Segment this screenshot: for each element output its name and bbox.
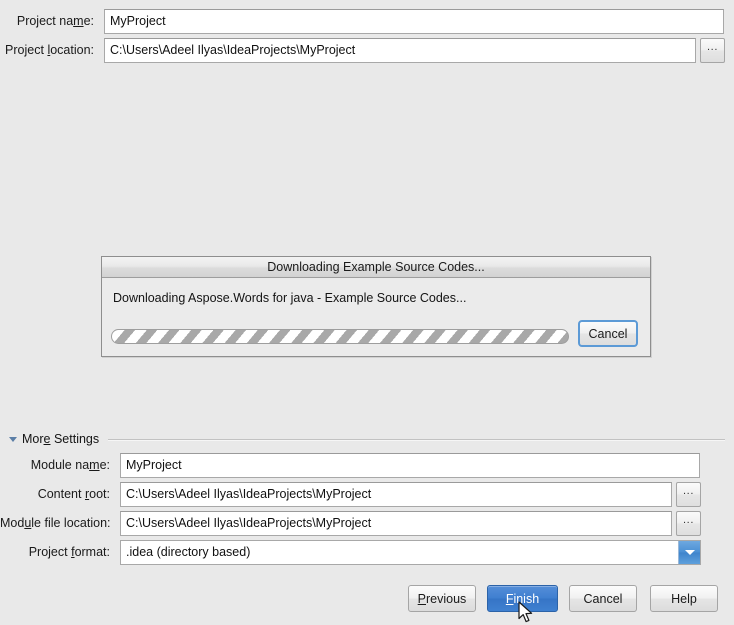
project-format-row: Project format: .idea (directory based) xyxy=(0,539,734,565)
dialog-title: Downloading Example Source Codes... xyxy=(267,260,485,274)
module-name-label-suffix: e: xyxy=(99,458,110,472)
dialog-cancel-button[interactable]: Cancel xyxy=(578,320,638,347)
module-name-row: Module name: MyProject xyxy=(0,452,734,478)
project-location-label-suffix: ocation: xyxy=(50,43,94,57)
content-root-label-suffix: oot: xyxy=(89,487,110,501)
more-settings-label: More Settings xyxy=(22,432,99,446)
module-name-label: Module name: xyxy=(0,458,110,472)
finish-button[interactable]: Finish xyxy=(487,585,558,612)
project-location-row: Project location: C:\Users\Adeel Ilyas\I… xyxy=(0,37,734,63)
module-file-location-input[interactable]: C:\Users\Adeel Ilyas\IdeaProjects\MyProj… xyxy=(120,510,672,536)
triangle-down-icon xyxy=(9,436,17,442)
new-project-wizard-window: Project name: MyProject Project location… xyxy=(0,0,734,623)
project-location-label: Project location: xyxy=(0,43,94,57)
module-file-location-label-suffix: le file location: xyxy=(31,516,111,530)
module-file-location-browse-button[interactable]: ... xyxy=(676,510,701,536)
download-progress-dialog: Downloading Example Source Codes... Down… xyxy=(101,256,651,357)
project-name-input[interactable]: MyProject xyxy=(104,8,724,34)
project-name-label: Project name: xyxy=(0,14,94,28)
previous-button[interactable]: Previous xyxy=(408,585,476,612)
module-file-location-row: Module file location: C:\Users\Adeel Ily… xyxy=(0,510,734,536)
progress-message: Downloading Aspose.Words for java - Exam… xyxy=(113,291,467,305)
project-format-select[interactable]: .idea (directory based) xyxy=(120,539,701,565)
help-label: Help xyxy=(671,591,697,606)
project-name-row: Project name: MyProject xyxy=(0,8,734,34)
content-root-row: Content root: C:\Users\Adeel Ilyas\IdeaP… xyxy=(0,481,734,507)
more-settings-toggle[interactable]: More Settings xyxy=(9,431,725,447)
project-format-label-text: Project xyxy=(28,545,72,559)
content-root-browse-button[interactable]: ... xyxy=(676,481,701,507)
module-name-label-text: Module na xyxy=(30,458,90,472)
module-file-location-label: Module file location: xyxy=(0,516,111,530)
project-format-label: Project format: xyxy=(0,545,110,559)
ellipsis-icon: ... xyxy=(683,514,694,526)
project-format-selected-value: .idea (directory based) xyxy=(126,544,251,559)
module-file-location-label-text: Mod xyxy=(0,516,25,530)
module-name-input[interactable]: MyProject xyxy=(120,452,700,478)
ellipsis-icon: ... xyxy=(683,485,694,497)
project-location-input[interactable]: C:\Users\Adeel Ilyas\IdeaProjects\MyProj… xyxy=(104,37,696,63)
indeterminate-progress-bar xyxy=(111,329,569,344)
project-location-label-text: Project xyxy=(5,43,48,57)
chevron-down-icon[interactable] xyxy=(678,540,700,564)
project-name-label-suffix: e: xyxy=(83,14,94,28)
ellipsis-icon: ... xyxy=(707,41,718,53)
content-root-input[interactable]: C:\Users\Adeel Ilyas\IdeaProjects\MyProj… xyxy=(120,481,672,507)
content-root-label: Content root: xyxy=(0,487,110,501)
wizard-button-bar: Previous Finish Cancel Help xyxy=(0,585,734,613)
more-settings-label-text: Mor xyxy=(22,432,44,446)
content-root-label-text: Content xyxy=(37,487,85,501)
project-format-label-suffix: ormat: xyxy=(74,545,110,559)
help-button[interactable]: Help xyxy=(650,585,718,612)
cancel-button[interactable]: Cancel xyxy=(569,585,637,612)
finish-label-suffix: inish xyxy=(513,591,540,606)
previous-label-mnemonic: P xyxy=(417,591,427,606)
module-name-label-mnemonic: m xyxy=(89,458,100,472)
project-name-label-text: Project na xyxy=(16,14,74,28)
more-settings-separator xyxy=(108,438,725,440)
dialog-cancel-label: Cancel xyxy=(588,326,628,341)
previous-label-suffix: revious xyxy=(426,591,467,606)
cancel-label: Cancel xyxy=(583,591,623,606)
more-settings-label-suffix: Settings xyxy=(50,432,100,446)
project-location-browse-button[interactable]: ... xyxy=(700,37,725,63)
project-name-label-mnemonic: m xyxy=(73,14,84,28)
dialog-title-bar: Downloading Example Source Codes... xyxy=(102,257,650,278)
dialog-body: Downloading Aspose.Words for java - Exam… xyxy=(102,278,650,356)
